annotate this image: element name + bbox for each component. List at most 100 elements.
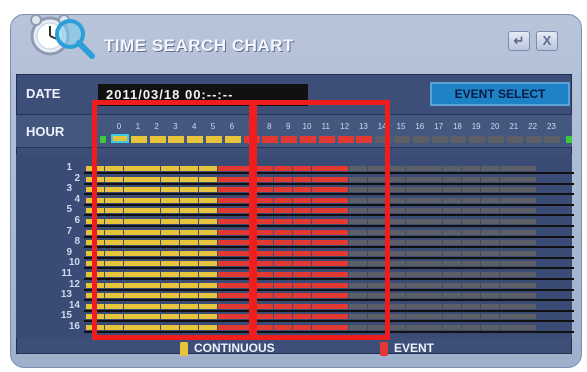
grid-cell[interactable]: [405, 229, 424, 235]
grid-cell[interactable]: [424, 293, 443, 299]
grid-cell[interactable]: [518, 293, 537, 299]
grid-cell[interactable]: [480, 272, 499, 277]
grid-cell[interactable]: [424, 197, 443, 203]
grid-cell[interactable]: [462, 250, 480, 256]
grid-cell[interactable]: [443, 166, 462, 171]
grid-cell[interactable]: [499, 240, 518, 246]
grid-cell[interactable]: [518, 282, 537, 288]
grid-cell[interactable]: [480, 314, 499, 320]
grid-cell[interactable]: [518, 261, 537, 267]
grid-cell[interactable]: [424, 314, 443, 320]
grid-cell[interactable]: [443, 250, 462, 256]
grid-cell[interactable]: [518, 208, 537, 214]
grid-cell[interactable]: [405, 325, 424, 330]
grid-cell[interactable]: [462, 208, 480, 214]
grid-cell[interactable]: [518, 197, 537, 203]
grid-cell[interactable]: [499, 187, 518, 193]
grid-cell[interactable]: [480, 250, 499, 256]
grid-cell[interactable]: [405, 303, 424, 309]
grid-cell[interactable]: [405, 208, 424, 214]
grid-cell[interactable]: [462, 197, 480, 203]
grid-cell[interactable]: [405, 176, 424, 182]
grid-cell[interactable]: [443, 197, 462, 203]
grid-cell[interactable]: [462, 240, 480, 246]
grid-cell[interactable]: [518, 176, 537, 182]
grid-cell[interactable]: [424, 187, 443, 193]
hour-bar-cell[interactable]: [488, 136, 504, 143]
hour-bar-cell[interactable]: [431, 136, 448, 143]
grid-cell[interactable]: [443, 325, 462, 330]
grid-cell[interactable]: [424, 208, 443, 214]
grid-cell[interactable]: [443, 208, 462, 214]
grid-cell[interactable]: [443, 303, 462, 309]
grid-cell[interactable]: [499, 166, 518, 171]
grid-cell[interactable]: [499, 325, 518, 330]
grid-cell[interactable]: [462, 166, 480, 171]
grid-cell[interactable]: [424, 240, 443, 246]
grid-cell[interactable]: [499, 219, 518, 224]
hour-bar-cell[interactable]: [544, 136, 561, 143]
grid-cell[interactable]: [443, 229, 462, 235]
grid-cell[interactable]: [405, 272, 424, 277]
grid-cell[interactable]: [405, 166, 424, 171]
close-button[interactable]: X: [536, 31, 558, 51]
grid-cell[interactable]: [462, 261, 480, 267]
grid-cell[interactable]: [499, 293, 518, 299]
back-button[interactable]: ↵: [508, 31, 530, 51]
grid-cell[interactable]: [462, 272, 480, 277]
grid-cell[interactable]: [480, 219, 499, 224]
grid-cell[interactable]: [518, 325, 537, 330]
grid-cell[interactable]: [462, 314, 480, 320]
grid-cell[interactable]: [480, 166, 499, 171]
grid-cell[interactable]: [462, 293, 480, 299]
grid-cell[interactable]: [443, 240, 462, 246]
grid-cell[interactable]: [518, 272, 537, 277]
grid-cell[interactable]: [499, 261, 518, 267]
grid-cell[interactable]: [480, 229, 499, 235]
hour-bar-cell[interactable]: [412, 136, 429, 143]
grid-cell[interactable]: [443, 261, 462, 267]
grid-cell[interactable]: [480, 208, 499, 214]
grid-cell[interactable]: [499, 250, 518, 256]
grid-cell[interactable]: [424, 282, 443, 288]
grid-cell[interactable]: [462, 176, 480, 182]
grid-cell[interactable]: [462, 282, 480, 288]
grid-cell[interactable]: [518, 187, 537, 193]
grid-cell[interactable]: [518, 219, 537, 224]
grid-cell[interactable]: [405, 293, 424, 299]
grid-cell[interactable]: [405, 261, 424, 267]
grid-cell[interactable]: [424, 176, 443, 182]
grid-cell[interactable]: [424, 250, 443, 256]
grid-cell[interactable]: [480, 282, 499, 288]
grid-cell[interactable]: [499, 314, 518, 320]
grid-cell[interactable]: [518, 303, 537, 309]
grid-cell[interactable]: [480, 303, 499, 309]
grid-cell[interactable]: [424, 272, 443, 277]
grid-cell[interactable]: [443, 176, 462, 182]
hour-bar-cell[interactable]: [469, 136, 486, 143]
grid-cell[interactable]: [480, 325, 499, 330]
grid-cell[interactable]: [499, 208, 518, 214]
grid-cell[interactable]: [462, 187, 480, 193]
grid-cell[interactable]: [499, 176, 518, 182]
grid-cell[interactable]: [462, 229, 480, 235]
grid-cell[interactable]: [480, 261, 499, 267]
grid-cell[interactable]: [480, 187, 499, 193]
grid-cell[interactable]: [424, 219, 443, 224]
grid-cell[interactable]: [518, 314, 537, 320]
grid-cell[interactable]: [518, 250, 537, 256]
grid-cell[interactable]: [480, 293, 499, 299]
hour-bar-cell[interactable]: [450, 136, 467, 143]
grid-cell[interactable]: [443, 282, 462, 288]
hour-bar-cell[interactable]: [525, 136, 542, 143]
grid-cell[interactable]: [480, 176, 499, 182]
grid-cell[interactable]: [405, 240, 424, 246]
grid-cell[interactable]: [405, 219, 424, 224]
grid-cell[interactable]: [405, 282, 424, 288]
grid-cell[interactable]: [424, 303, 443, 309]
grid-cell[interactable]: [405, 187, 424, 193]
grid-cell[interactable]: [499, 272, 518, 277]
grid-cell[interactable]: [405, 250, 424, 256]
event-select-button[interactable]: EVENT SELECT: [430, 82, 570, 106]
hour-bar-cell[interactable]: [506, 136, 523, 143]
